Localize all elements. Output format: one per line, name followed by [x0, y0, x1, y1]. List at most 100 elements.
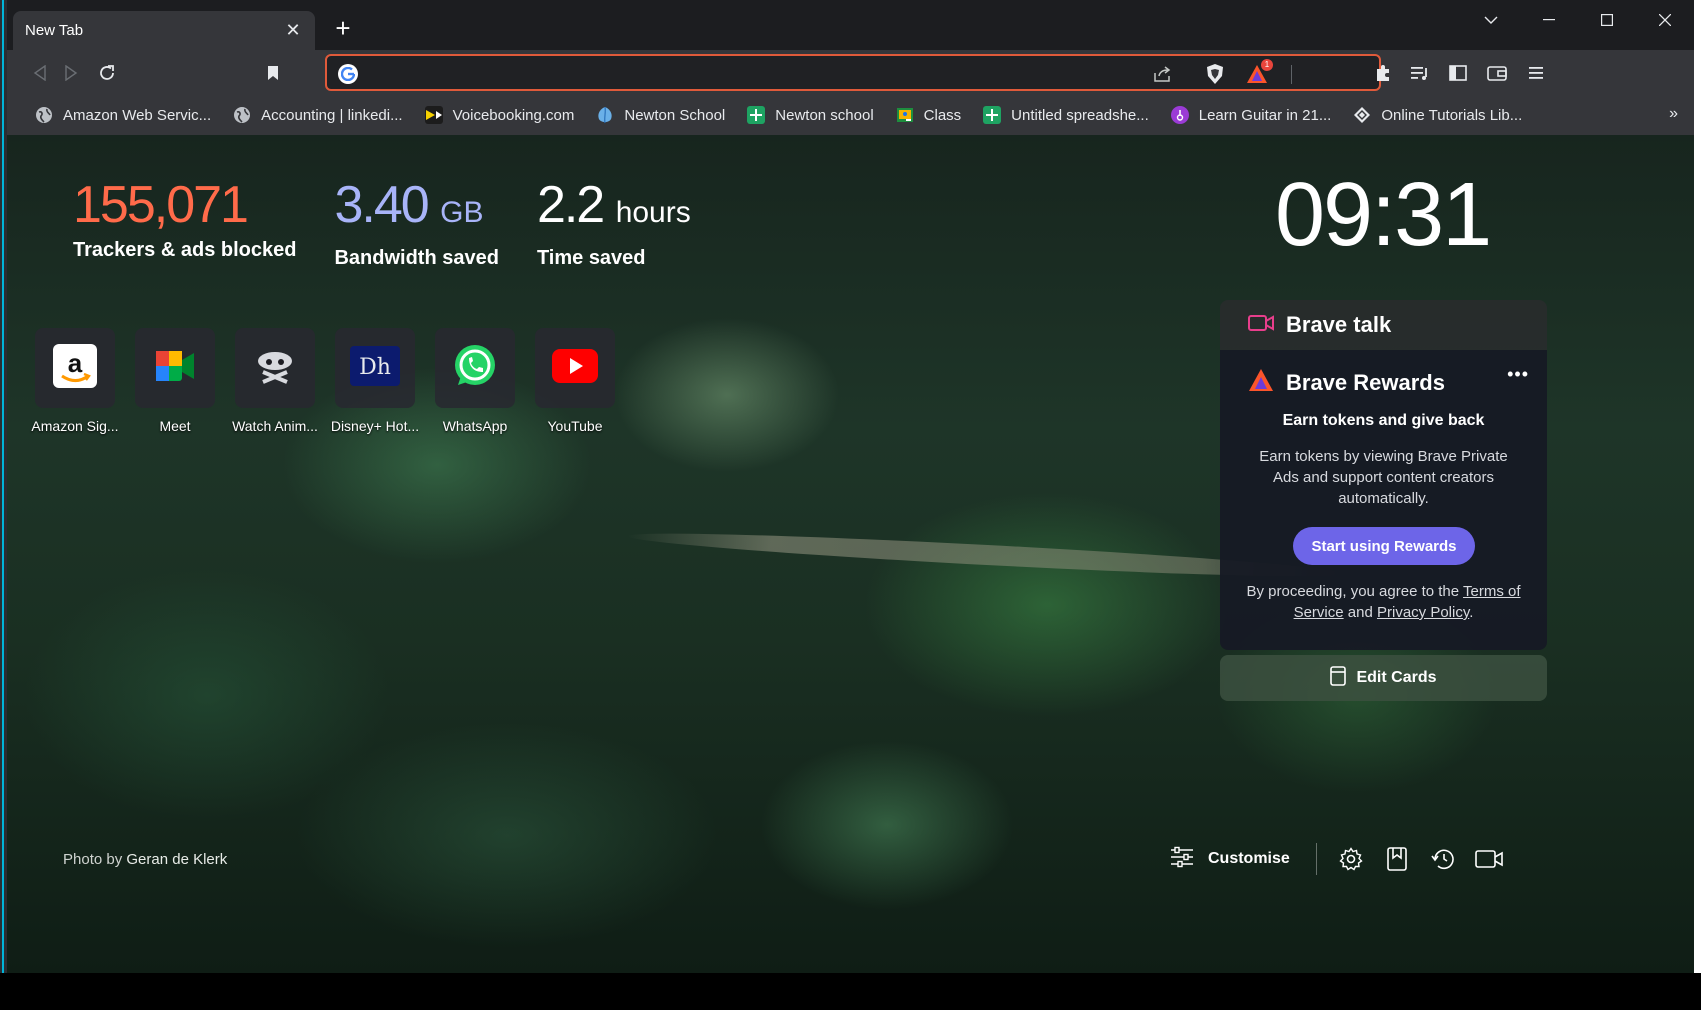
forward-button[interactable]	[57, 59, 85, 87]
bookmark-item[interactable]: Class	[884, 101, 972, 129]
legal-period: .	[1469, 604, 1474, 621]
brave-talk-card[interactable]: Brave talk	[1220, 300, 1547, 350]
reload-button[interactable]	[93, 59, 121, 87]
google-meet-icon	[154, 349, 196, 388]
tab-title: New Tab	[25, 22, 84, 39]
bookmark-item[interactable]: Untitled spreadshe...	[971, 101, 1159, 129]
wallet-icon[interactable]	[1483, 59, 1511, 87]
bookmark-label: Amazon Web Servic...	[63, 106, 212, 124]
anime-icon	[255, 348, 295, 389]
bandwidth-value: 3.40	[334, 176, 429, 234]
trackers-label: Trackers & ads blocked	[73, 239, 297, 261]
tile-label: Meet	[159, 418, 191, 434]
bookmark-label: Untitled spreadshe...	[1011, 106, 1149, 124]
maximize-button[interactable]	[1578, 0, 1636, 40]
bookmarks-manager-icon[interactable]	[1381, 843, 1413, 875]
minimize-button[interactable]	[1520, 0, 1578, 40]
tile-label: Disney+ Hot...	[330, 418, 420, 434]
clock: 09:31	[1275, 165, 1492, 265]
stat-bandwidth: 3.40 GB Bandwidth saved	[334, 175, 498, 270]
bookmark-item[interactable]: Newton School	[584, 101, 735, 129]
google-icon	[338, 64, 358, 84]
classroom-icon	[896, 106, 914, 124]
brave-rewards-icon[interactable]: 1	[1245, 59, 1273, 86]
bookmark-item[interactable]: Amazon Web Servic...	[23, 101, 221, 129]
bookmark-label: Accounting | linkedi...	[261, 106, 403, 124]
globe-icon	[233, 106, 251, 124]
rewards-description: Earn tokens by viewing Brave Private Ads…	[1259, 448, 1508, 507]
sliders-icon	[1170, 846, 1194, 873]
youtube-icon	[552, 348, 598, 388]
bookmark-icon[interactable]	[259, 59, 287, 87]
address-input[interactable]	[369, 60, 1159, 86]
tile-label: YouTube	[547, 418, 603, 434]
time-unit: hours	[615, 196, 691, 229]
legal-prefix: By proceeding, you agree to the	[1246, 583, 1464, 600]
tile-icon-box	[235, 328, 315, 408]
tab-strip: New Tab ✕ +	[7, 0, 1694, 50]
tile-icon-box	[535, 328, 615, 408]
top-site-tile[interactable]: Dh Disney+ Hot...	[325, 328, 425, 434]
brave-talk-icon[interactable]	[1473, 843, 1505, 875]
tab-search-chevron-icon[interactable]	[1462, 0, 1520, 40]
media-queue-icon[interactable]	[1406, 59, 1434, 87]
menu-icon[interactable]	[1522, 59, 1550, 87]
brave-shields-icon[interactable]	[1203, 62, 1227, 86]
svg-text:a: a	[68, 348, 83, 378]
browser-window: New Tab ✕ + 1 Amazon Web Servic... Accou…	[7, 0, 1694, 973]
tab-close-icon[interactable]: ✕	[283, 20, 303, 41]
rewards-title: Brave Rewards	[1286, 369, 1445, 395]
customise-button[interactable]: Customise	[1170, 843, 1317, 875]
top-site-tile[interactable]: a Amazon Sig...	[25, 328, 125, 434]
customise-label: Customise	[1208, 850, 1290, 867]
privacy-policy-link[interactable]: Privacy Policy	[1377, 604, 1469, 621]
bookmark-item[interactable]: Learn Guitar in 21...	[1159, 101, 1342, 129]
tile-icon-box: Dh	[335, 328, 415, 408]
top-site-tile[interactable]: YouTube	[525, 328, 625, 434]
new-tab-button[interactable]: +	[329, 15, 357, 43]
bookmarks-overflow-icon[interactable]: »	[1669, 105, 1678, 123]
photo-credit: Photo by Geran de Klerk	[63, 851, 227, 868]
window-controls	[1462, 0, 1694, 40]
bandwidth-label: Bandwidth saved	[334, 247, 499, 269]
rewards-subtitle: Earn tokens and give back	[1282, 412, 1485, 429]
guitar-icon	[1170, 106, 1189, 124]
bookmarks-bar: Amazon Web Servic... Accounting | linked…	[7, 95, 1694, 135]
back-button[interactable]	[26, 59, 54, 87]
disney-hotstar-icon: Dh	[350, 345, 400, 391]
bookmark-item[interactable]: Accounting | linkedi...	[221, 101, 412, 129]
rewards-badge: 1	[1261, 59, 1273, 71]
tile-label: WhatsApp	[442, 418, 508, 434]
bookmark-label: Voicebooking.com	[452, 106, 575, 124]
amazon-icon: a	[53, 343, 97, 393]
credit-author[interactable]: Geran de Klerk	[126, 851, 227, 868]
credit-prefix: Photo by	[63, 851, 127, 868]
start-using-rewards-button[interactable]: Start using Rewards	[1293, 527, 1475, 565]
top-site-tile[interactable]: Watch Anim...	[225, 328, 325, 434]
tile-label: Watch Anim...	[232, 418, 318, 434]
omnibox-separator	[1291, 65, 1292, 84]
stat-trackers: 155,071 Trackers & ads blocked	[73, 175, 296, 270]
top-site-tile[interactable]: WhatsApp	[425, 328, 525, 434]
extensions-icon[interactable]	[1369, 59, 1397, 87]
edit-cards-button[interactable]: Edit Cards	[1220, 655, 1547, 701]
brave-rewards-logo-icon	[1248, 368, 1274, 397]
bookmark-item[interactable]: Voicebooking.com	[413, 101, 585, 129]
share-icon[interactable]	[1151, 62, 1175, 86]
bookmark-item[interactable]: Online Tutorials Lib...	[1341, 101, 1532, 129]
edit-cards-icon	[1330, 665, 1347, 691]
bookmark-label: Learn Guitar in 21...	[1198, 106, 1332, 124]
sidebar-toggle-icon[interactable]	[1444, 59, 1472, 87]
bookmark-item[interactable]: Newton school	[735, 101, 883, 129]
bandwidth-unit: GB	[440, 196, 484, 229]
top-site-tile[interactable]: Meet	[125, 328, 225, 434]
legal-and: and	[1343, 604, 1377, 621]
address-bar[interactable]: 1	[325, 54, 1381, 91]
video-camera-icon	[1248, 313, 1274, 338]
settings-gear-icon[interactable]	[1335, 843, 1367, 875]
tab-new-tab[interactable]: New Tab ✕	[13, 11, 315, 50]
whatsapp-icon	[452, 343, 498, 394]
history-icon[interactable]	[1427, 843, 1459, 875]
close-window-button[interactable]	[1636, 0, 1694, 40]
rewards-more-icon[interactable]: •••	[1507, 364, 1529, 385]
